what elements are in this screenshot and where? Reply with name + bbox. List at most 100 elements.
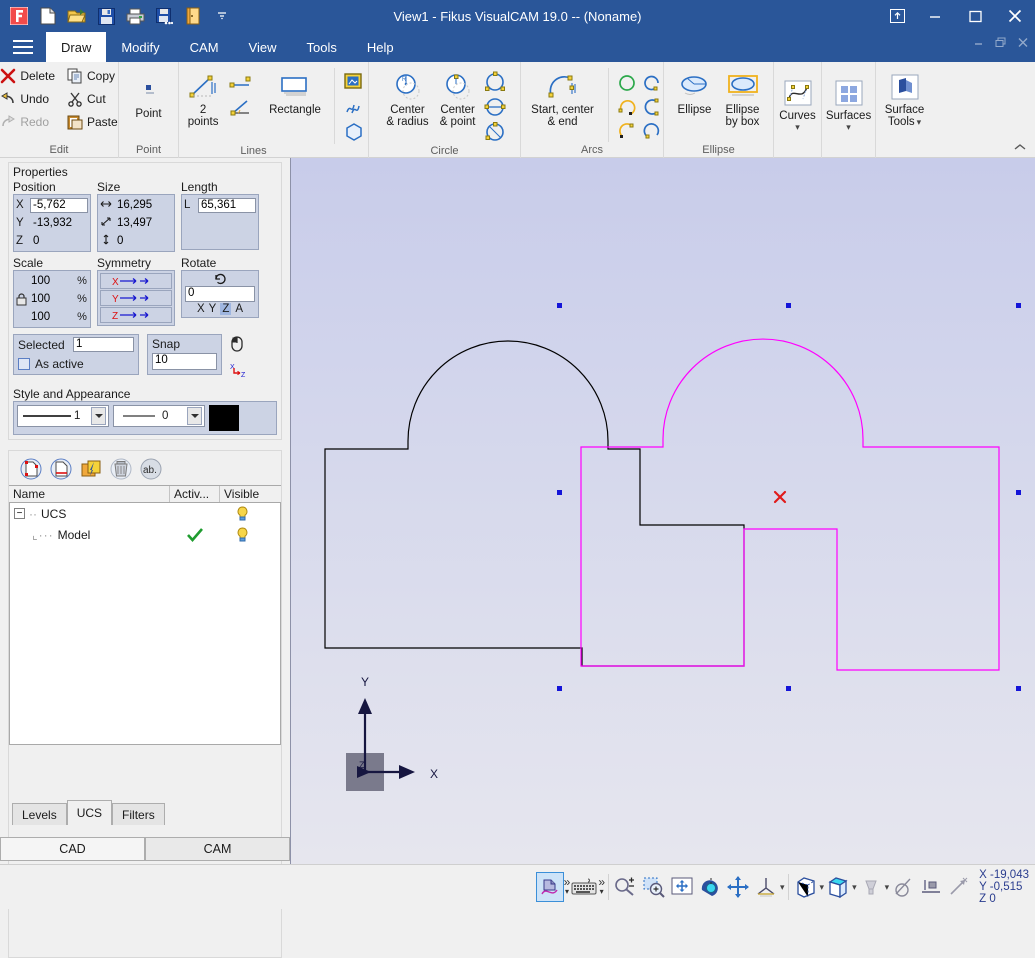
save-icon[interactable] xyxy=(95,5,117,27)
point-button[interactable]: Point xyxy=(126,72,172,122)
polyline-box-icon[interactable] xyxy=(341,70,367,94)
ribbon-collapse-icon[interactable] xyxy=(1013,142,1027,155)
table-row[interactable]: − ·· UCS xyxy=(10,503,280,524)
line-style-dropdown[interactable]: 1 xyxy=(17,405,109,427)
tab-view[interactable]: View xyxy=(234,32,292,62)
restore-down-icon[interactable] xyxy=(879,0,915,32)
workplane-icon[interactable] xyxy=(917,872,945,902)
selected-count-input[interactable]: 1 xyxy=(73,337,134,352)
doc-minimize-icon[interactable] xyxy=(973,37,985,51)
line-horizontal-icon[interactable] xyxy=(228,70,254,94)
surfaces-dropdown-icon[interactable]: ▾ xyxy=(846,122,851,133)
construct-plane-icon[interactable] xyxy=(889,872,917,902)
as-active-checkbox[interactable] xyxy=(18,358,30,370)
expander-icon[interactable]: − xyxy=(14,508,25,519)
size-height-input[interactable]: 0 xyxy=(114,234,172,249)
arc-1-icon[interactable] xyxy=(615,71,639,94)
render-box-icon[interactable] xyxy=(824,872,852,902)
active-check-icon[interactable] xyxy=(170,528,220,542)
line-style-chevron-down-icon[interactable] xyxy=(91,407,106,425)
circle-tangent-icon[interactable] xyxy=(482,120,508,144)
size-diagonal-input[interactable]: 13,497 xyxy=(114,216,172,231)
shape-copy[interactable] xyxy=(581,339,999,670)
view-planes-dropdown-icon[interactable]: ▾ xyxy=(780,882,785,893)
table-row[interactable]: ⌞··· Model xyxy=(10,524,280,545)
print-icon[interactable] xyxy=(124,5,146,27)
pan-icon[interactable] xyxy=(724,872,752,902)
rotate-view-icon[interactable] xyxy=(696,872,724,902)
tab-draw[interactable]: Draw xyxy=(46,32,106,62)
zoom-fit-icon[interactable] xyxy=(668,872,696,902)
polygon-icon[interactable] xyxy=(341,120,367,144)
symmetry-z-icon[interactable]: Z xyxy=(100,307,172,323)
scale-y-input[interactable]: 100 xyxy=(28,292,74,307)
new-icon[interactable] xyxy=(37,5,59,27)
zoom-window-icon[interactable] xyxy=(640,872,668,902)
new-ucs-icon[interactable] xyxy=(19,457,43,481)
scale-x-input[interactable]: 100 xyxy=(28,274,74,289)
exit-icon[interactable] xyxy=(182,5,204,27)
tab-levels[interactable]: Levels xyxy=(12,803,67,825)
snap-input[interactable]: 10 xyxy=(152,353,217,370)
curves-dropdown-icon[interactable]: ▾ xyxy=(795,122,800,133)
surface-tools-button[interactable]: Surface Tools ▾ xyxy=(880,68,930,130)
doc-restore-icon[interactable] xyxy=(995,37,1007,51)
arc-5-icon[interactable] xyxy=(615,119,639,142)
surfaces-button[interactable]: Surfaces ▾ xyxy=(821,74,876,135)
qat-more-icon[interactable] xyxy=(211,5,233,27)
zoom-inout-icon[interactable] xyxy=(612,872,640,902)
arc-4-icon[interactable] xyxy=(640,95,664,118)
rotate-axis-a[interactable]: A xyxy=(235,303,243,315)
rename-ucs-icon[interactable]: ab. xyxy=(139,457,163,481)
app-logo-icon[interactable] xyxy=(8,5,30,27)
tab-filters[interactable]: Filters xyxy=(112,803,165,825)
visible-bulb-icon[interactable] xyxy=(220,527,280,542)
rotate-ccw-icon[interactable] xyxy=(184,272,256,286)
color-swatch-button[interactable] xyxy=(209,405,239,431)
shape-original[interactable] xyxy=(325,341,744,666)
redo-button[interactable]: Redo xyxy=(0,111,59,133)
arc-6-icon[interactable] xyxy=(640,119,664,142)
arc-2-icon[interactable] xyxy=(640,71,664,94)
edit-ucs-icon[interactable] xyxy=(49,457,73,481)
visible-bulb-icon[interactable] xyxy=(220,506,280,521)
select-entity-icon[interactable] xyxy=(536,872,564,902)
delete-ucs-icon[interactable] xyxy=(109,457,133,481)
line-width-dropdown[interactable]: 0 xyxy=(113,405,205,427)
tab-tools[interactable]: Tools xyxy=(291,32,351,62)
paste-button[interactable]: Paste xyxy=(63,111,122,133)
axis-xz-icon[interactable]: XZ xyxy=(230,362,248,381)
hamburger-icon[interactable] xyxy=(0,32,46,62)
tab-help[interactable]: Help xyxy=(352,32,409,62)
circle-2-points-icon[interactable] xyxy=(482,95,508,119)
line-width-chevron-down-icon[interactable] xyxy=(187,407,202,425)
shade-box-icon[interactable] xyxy=(792,872,820,902)
arc-start-center-end-button[interactable]: Start, center & end xyxy=(521,68,605,130)
length-input[interactable]: 65,361 xyxy=(198,198,256,213)
circle-center-radius-button[interactable]: R Center & radius xyxy=(381,68,433,130)
undo-button[interactable]: Undo xyxy=(0,88,59,110)
surface-tools-dropdown-icon[interactable]: ▾ xyxy=(917,116,922,128)
arc-3-icon[interactable] xyxy=(615,95,639,118)
copy-button[interactable]: Copy xyxy=(63,65,122,87)
cut-button[interactable]: Cut xyxy=(63,88,122,110)
rotate-axis-y[interactable]: Y xyxy=(209,303,217,315)
keyboard-icon[interactable] xyxy=(570,872,598,902)
view-planes-icon[interactable] xyxy=(752,872,780,902)
position-x-input[interactable]: -5,762 xyxy=(30,198,88,213)
ellipse-by-box-button[interactable]: Ellipse by box xyxy=(720,68,766,130)
minimize-icon[interactable] xyxy=(915,0,955,32)
maximize-icon[interactable] xyxy=(955,0,995,32)
drawing-canvas[interactable]: Y X Z xyxy=(290,158,1035,864)
line-angle-icon[interactable] xyxy=(228,95,254,119)
position-z-input[interactable]: 0 xyxy=(30,234,88,249)
position-y-input[interactable]: -13,932 xyxy=(30,216,88,231)
rotate-angle-input[interactable]: 0 xyxy=(185,286,255,302)
doc-close-icon[interactable] xyxy=(1017,37,1029,51)
as-active-row[interactable]: As active xyxy=(14,354,138,374)
tab-cam-mode[interactable]: CAM xyxy=(145,837,290,861)
size-width-input[interactable]: 16,295 xyxy=(114,198,172,213)
snap-point-icon[interactable] xyxy=(945,872,973,902)
save-as-icon[interactable] xyxy=(153,5,175,27)
scale-z-input[interactable]: 100 xyxy=(28,310,74,325)
